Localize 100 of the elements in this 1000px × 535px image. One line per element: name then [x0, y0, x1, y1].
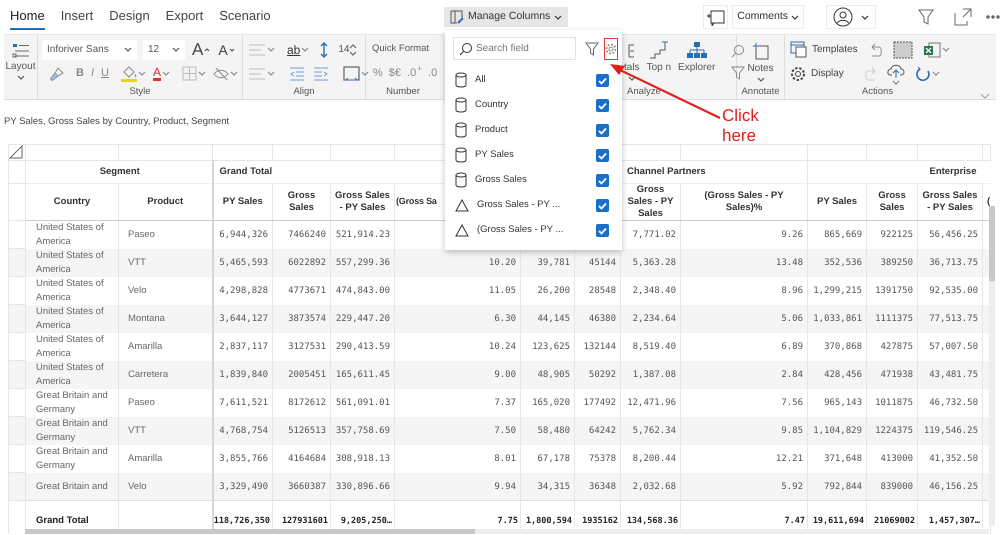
column-item[interactable]: (Gross Sales - PY ... [453, 218, 614, 243]
visibility-button[interactable] [212, 66, 239, 80]
upload-button[interactable] [886, 62, 906, 85]
column-item[interactable]: PY Sales [453, 143, 614, 168]
column-item[interactable]: Country [453, 93, 614, 118]
table-cell: 557,299.36 [330, 248, 394, 277]
tab[interactable]: Home [10, 4, 45, 30]
fill-color-button[interactable] [120, 66, 147, 82]
checkbox[interactable] [596, 149, 609, 162]
top-n-button[interactable]: Top n [646, 40, 672, 82]
checkbox[interactable] [596, 99, 609, 112]
tab[interactable]: Export [166, 4, 204, 30]
templates-button[interactable]: Templates [789, 41, 859, 58]
notes-icon [752, 42, 769, 60]
chevron-icon [16, 75, 24, 80]
comment-add-button[interactable] [703, 5, 728, 29]
chevron-icon [756, 76, 764, 82]
group-label: Actions [860, 86, 894, 99]
column-item[interactable]: Product [453, 118, 614, 143]
horizontal-scrollbar[interactable] [25, 529, 989, 534]
manage-columns-button[interactable]: Manage Columns [444, 7, 568, 27]
corner-icon[interactable] [10, 145, 23, 159]
display-button[interactable]: Display [789, 66, 853, 82]
column-header[interactable]: Gross Sales [272, 183, 330, 220]
filter-button[interactable] [918, 9, 934, 25]
checkbox[interactable] [596, 124, 609, 137]
more-icon [986, 15, 1000, 19]
checkbox[interactable] [596, 199, 609, 212]
sheet-button[interactable] [892, 40, 914, 58]
layout-button[interactable]: Layout [8, 43, 33, 80]
filter-icon [585, 42, 599, 56]
quick-format-select[interactable]: Quick Format [370, 40, 436, 60]
table-cell: 1,387.08 [620, 360, 680, 389]
hierarchy-icon [686, 40, 708, 58]
cell-size-button[interactable] [342, 66, 370, 81]
settings-button[interactable] [604, 38, 618, 60]
caret-down-icon [228, 48, 235, 52]
borders-button[interactable] [180, 66, 207, 81]
chevron-icon [892, 80, 900, 85]
column-header[interactable]: (Gross Sales - PY Sales)% [680, 183, 808, 220]
search-field[interactable]: Search field [453, 37, 576, 60]
vertical-scrollbar[interactable] [989, 206, 995, 526]
table-cell: 6.30 [394, 304, 520, 333]
table-cell: 3,644,127 [212, 304, 272, 333]
excel-export-button[interactable] [922, 40, 951, 58]
outdent-button[interactable] [288, 66, 306, 82]
chevron-icon [267, 71, 275, 76]
column-header[interactable]: PY Sales [808, 183, 866, 220]
cylinder-icon [455, 72, 467, 89]
expand-button[interactable] [954, 8, 972, 26]
column-header[interactable]: Gross Sales - PY Sales [918, 183, 982, 220]
align-button[interactable] [247, 42, 276, 56]
user-menu-button[interactable] [826, 5, 876, 29]
column-item[interactable]: All [453, 68, 614, 93]
refresh-button[interactable] [914, 66, 941, 82]
column-header[interactable]: Product [118, 183, 212, 220]
font-grow-button[interactable]: A [191, 41, 212, 58]
table-cell: 9.94 [394, 472, 520, 501]
comments-button[interactable]: Comments [732, 5, 804, 29]
column-header[interactable]: Gross Sales [866, 183, 918, 220]
vertical-align-button[interactable] [247, 66, 276, 80]
indent-button[interactable] [312, 66, 330, 82]
filter-icon [731, 66, 746, 80]
totals-button[interactable]: tals [624, 42, 640, 80]
table-cell: United States of America [26, 304, 118, 333]
table-cell: 5.92 [680, 472, 808, 501]
group-label: Analyze [626, 86, 662, 99]
tab[interactable]: Design [109, 4, 150, 30]
collapse-icon[interactable] [980, 93, 990, 99]
checkbox[interactable] [596, 224, 609, 237]
font-size-select[interactable]: 12 [143, 40, 185, 60]
wrap-button[interactable]: ab [286, 44, 310, 56]
table-cell: 44,145 [520, 304, 574, 333]
caret-up-icon [204, 48, 210, 52]
column-header[interactable]: PY Sales [212, 183, 272, 220]
font-family-select[interactable]: Inforiver Sans [42, 40, 137, 60]
column-header[interactable]: (Gross Sa [396, 196, 437, 206]
checkbox[interactable] [596, 174, 609, 187]
more-button[interactable] [986, 15, 1000, 19]
filter-button[interactable] [730, 66, 746, 80]
table-cell: Carretera [118, 360, 212, 389]
font-color-button[interactable]: A [152, 66, 171, 81]
font-shrink-button[interactable]: A [217, 42, 236, 56]
filter-button[interactable] [585, 42, 599, 56]
search-button[interactable] [730, 44, 746, 58]
explorer-button[interactable]: Explorer [678, 40, 716, 82]
column-header[interactable]: Country [26, 183, 118, 220]
checkbox[interactable] [596, 74, 609, 87]
format-painter-button[interactable] [48, 66, 65, 80]
table-cell: 3873574 [272, 304, 330, 333]
tab[interactable]: Scenario [219, 4, 271, 30]
column-header[interactable]: Gross Sales - PY Sales [330, 183, 394, 220]
column-item[interactable]: Gross Sales - PY ... [453, 193, 614, 218]
tab[interactable]: Insert [60, 4, 94, 30]
notes-button[interactable]: Notes [741, 42, 780, 82]
table-cell: 36,713.75 [918, 248, 982, 277]
cylinder-icon [455, 172, 467, 189]
table-cell: 792,844 [808, 472, 866, 501]
column-item[interactable]: Gross Sales [453, 168, 614, 193]
chevron-icon [162, 71, 170, 76]
